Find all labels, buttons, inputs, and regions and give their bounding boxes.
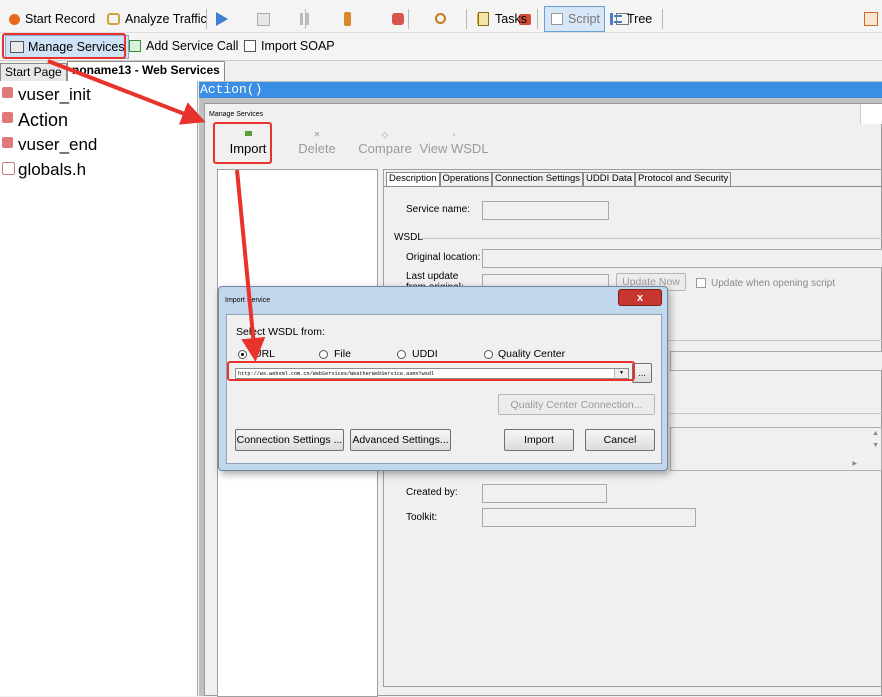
annotation-arrows (47, 59, 266, 362)
arrow-to-url-field (235, 169, 266, 362)
arrow-to-import (47, 59, 206, 125)
